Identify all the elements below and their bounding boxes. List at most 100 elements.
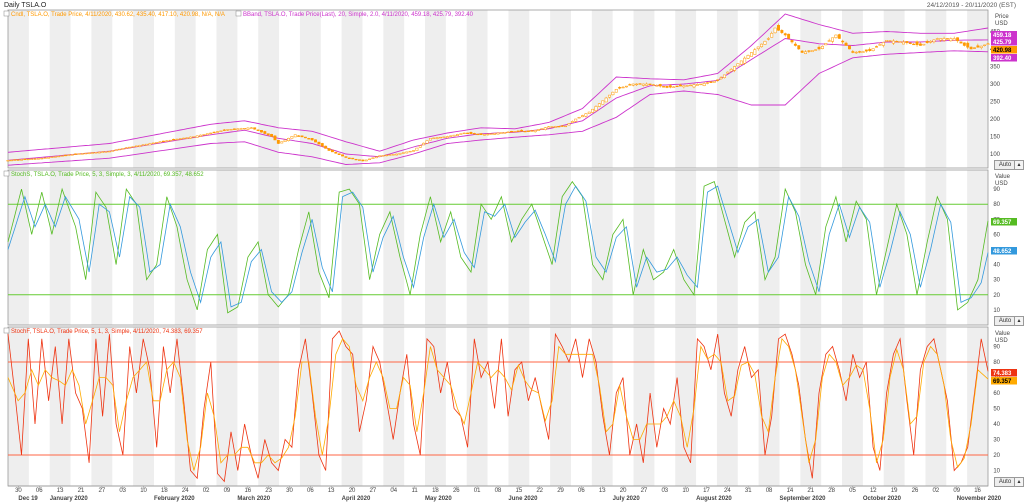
legend-toggle-icon[interactable] [3, 170, 10, 177]
week-shade [133, 170, 154, 325]
candle-body [499, 132, 503, 134]
candle-body [847, 45, 851, 50]
candle-body [547, 126, 551, 129]
legend-toggle-icon[interactable] [3, 10, 10, 17]
bband-lower-line [7, 50, 989, 166]
candle-body [91, 152, 94, 154]
candle-body [40, 157, 44, 160]
y-tick-label: 300 [990, 82, 1001, 88]
price-expand-icon[interactable]: ▴ [1014, 160, 1024, 170]
candle-body [141, 144, 145, 146]
candle-body [20, 159, 23, 161]
value-tag-text: 425.79 [993, 40, 1012, 46]
candle-body [53, 156, 57, 158]
candle-body [107, 150, 111, 153]
candle-body [472, 133, 476, 135]
candle-body [966, 42, 970, 48]
legend-toggle-icon[interactable] [3, 327, 10, 334]
candle-body [526, 130, 530, 132]
y-tick-label: 80 [993, 202, 1000, 208]
candle-body [533, 130, 537, 133]
candle-body [229, 129, 233, 131]
candle-body [47, 157, 51, 159]
candle-body [672, 86, 676, 88]
legend-toggle-icon[interactable] [235, 10, 242, 17]
x-month-label: August 2020 [696, 496, 732, 502]
candle-body [276, 139, 280, 144]
candle-body [124, 147, 128, 149]
x-tick-label: 22 [536, 488, 543, 494]
candle-body [368, 158, 372, 160]
x-tick-label: 05 [849, 488, 856, 494]
candle-body [689, 84, 693, 87]
x-month-label: February 2020 [154, 496, 195, 502]
candle-body [611, 91, 615, 96]
x-tick-label: 13 [328, 488, 335, 494]
axis-unit: USD [995, 21, 1008, 27]
candle-body [868, 48, 872, 52]
candle-body [797, 45, 801, 50]
candle-body [16, 159, 20, 161]
candle-body [712, 80, 716, 83]
candle-body [935, 38, 939, 40]
stochf-auto-button[interactable]: Auto [994, 477, 1016, 487]
candle-body [290, 136, 294, 139]
candle-body [33, 158, 37, 160]
week-shade [466, 10, 488, 168]
x-tick-label: 27 [370, 488, 377, 494]
week-shade [8, 327, 29, 486]
candle-body [151, 142, 155, 144]
candle-body [513, 131, 517, 133]
candle-body [858, 51, 862, 53]
candle-body [192, 136, 196, 138]
candle-body [469, 132, 473, 134]
candle-body [908, 42, 912, 44]
x-tick-label: 02 [203, 488, 210, 494]
week-shade [675, 170, 697, 325]
candle-body [236, 128, 240, 131]
candle-body [662, 86, 666, 88]
y-tick-label: 150 [990, 135, 1001, 141]
candle-body [888, 40, 892, 42]
candle-body [945, 38, 949, 40]
x-tick-label: 26 [912, 488, 919, 494]
x-month-label: July 2020 [613, 496, 641, 502]
candle-body [385, 154, 388, 157]
x-tick-label: 18 [161, 488, 168, 494]
candle-body [587, 111, 591, 114]
week-shade [133, 327, 154, 486]
candle-body [243, 128, 247, 130]
candle-body [452, 134, 456, 137]
x-tick-label: 21 [807, 488, 814, 494]
candle-body [455, 134, 459, 136]
candle-body [831, 37, 835, 42]
candle-body [949, 38, 953, 42]
axis-title: Price [995, 14, 1009, 20]
week-shade [258, 170, 280, 325]
stochs-auto-button[interactable]: Auto [994, 316, 1016, 326]
week-shade [341, 10, 363, 168]
candle-body [226, 129, 230, 131]
chart-canvas[interactable]: 450400350300250200150100PriceUSDCndl, TS… [0, 0, 1024, 502]
week-shade [425, 327, 446, 486]
candle-body [374, 156, 378, 159]
stochf-expand-icon[interactable]: ▴ [1014, 477, 1024, 487]
candle-body [442, 136, 446, 138]
candle-body [885, 40, 889, 42]
candle-body [327, 148, 331, 151]
stochs-expand-icon[interactable]: ▴ [1014, 316, 1024, 326]
candle-body [881, 42, 885, 46]
candle-body [60, 155, 64, 157]
candle-body [6, 160, 10, 162]
bband-middle-line [7, 38, 988, 161]
candle-body [101, 151, 105, 153]
candle-body [624, 85, 628, 88]
candle-body [739, 60, 743, 65]
price-auto-button[interactable]: Auto [994, 160, 1016, 170]
series-line-stochf [7, 337, 989, 471]
candle-body [695, 84, 699, 86]
candle-body [570, 121, 574, 123]
axis-unit: USD [995, 181, 1008, 187]
candle-body [212, 131, 216, 134]
x-month-label: October 2020 [863, 496, 902, 502]
